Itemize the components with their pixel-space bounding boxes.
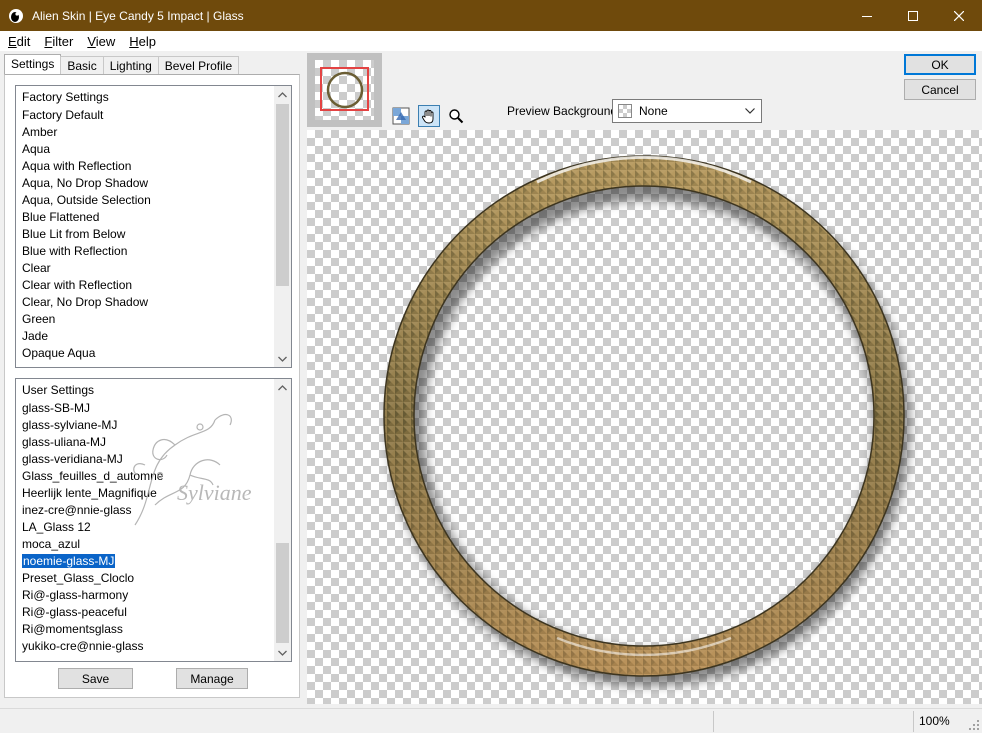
list-item[interactable]: Aqua, No Drop Shadow bbox=[16, 175, 274, 192]
navigator-ring bbox=[326, 71, 364, 109]
zoom-level: 100% bbox=[913, 711, 965, 732]
cancel-button[interactable]: Cancel bbox=[904, 79, 976, 100]
list-item[interactable]: yukiko-cre@nnie-glass bbox=[16, 638, 274, 655]
tab-bevel-profile[interactable]: Bevel Profile bbox=[157, 56, 240, 75]
list-item[interactable]: Ri@-glass-peaceful bbox=[16, 604, 274, 621]
menu-view[interactable]: View bbox=[79, 34, 121, 49]
tab-basic[interactable]: Basic bbox=[60, 56, 104, 75]
status-cell bbox=[713, 711, 913, 732]
status-bar: 100% bbox=[0, 708, 982, 733]
close-icon bbox=[954, 10, 964, 21]
alien-skin-app-icon bbox=[9, 8, 23, 23]
factory-settings-header: Factory Settings bbox=[22, 90, 109, 104]
user-list-scrollbar[interactable] bbox=[274, 379, 291, 661]
selected-item-label: noemie-glass-MJ bbox=[20, 553, 117, 569]
minimize-button[interactable] bbox=[844, 0, 890, 31]
glass-ring-preview bbox=[383, 155, 910, 686]
zoom-icon bbox=[449, 109, 464, 124]
preview-background-select[interactable]: None bbox=[612, 99, 762, 123]
scroll-thumb[interactable] bbox=[276, 104, 289, 286]
preview-canvas[interactable] bbox=[307, 130, 982, 704]
list-item[interactable]: Aqua bbox=[16, 141, 274, 158]
sylviane-watermark: Sylviane bbox=[133, 413, 252, 526]
list-item[interactable]: Blue Lit from Below bbox=[16, 226, 274, 243]
scroll-up-icon[interactable] bbox=[274, 86, 291, 103]
menu-bar: Edit Filter View Help bbox=[0, 31, 982, 51]
menu-filter[interactable]: Filter bbox=[36, 34, 79, 49]
list-item[interactable]: Aqua with Reflection bbox=[16, 158, 274, 175]
list-item[interactable]: Opaque Aqua bbox=[16, 345, 274, 362]
factory-list-scrollbar[interactable] bbox=[274, 86, 291, 367]
none-swatch-icon bbox=[618, 104, 632, 118]
watermark-text: Sylviane bbox=[177, 480, 252, 505]
list-item[interactable]: Factory Default bbox=[16, 107, 274, 124]
list-item[interactable]: Preset_Glass_Cloclo bbox=[16, 570, 274, 587]
chevron-down-icon bbox=[745, 108, 755, 114]
list-item-selected[interactable]: noemie-glass-MJ bbox=[16, 553, 274, 570]
preview-toggle-icon bbox=[392, 107, 410, 125]
menu-help[interactable]: Help bbox=[121, 34, 162, 49]
close-button[interactable] bbox=[936, 0, 982, 31]
manage-button[interactable]: Manage bbox=[176, 668, 248, 689]
list-item[interactable]: Clear with Reflection bbox=[16, 277, 274, 294]
preview-background-label: Preview Background: bbox=[507, 104, 621, 118]
menu-edit[interactable]: Edit bbox=[0, 34, 36, 49]
list-item[interactable]: Green bbox=[16, 311, 274, 328]
factory-settings-list[interactable]: Factory Settings Factory Default Amber A… bbox=[15, 85, 292, 368]
list-item[interactable]: Aqua, Outside Selection bbox=[16, 192, 274, 209]
scroll-thumb[interactable] bbox=[276, 543, 289, 643]
settings-tabs: Settings Basic Lighting Bevel Profile bbox=[4, 54, 240, 75]
window-title: Alien Skin | Eye Candy 5 Impact | Glass bbox=[32, 8, 244, 23]
list-item[interactable]: Ri@momentsglass bbox=[16, 621, 274, 638]
maximize-button[interactable] bbox=[890, 0, 936, 31]
resize-grip-icon[interactable] bbox=[968, 719, 980, 731]
preview-toggle-button[interactable] bbox=[390, 105, 412, 127]
ok-button[interactable]: OK bbox=[904, 54, 976, 75]
hand-icon bbox=[422, 109, 434, 124]
user-settings-header: User Settings bbox=[22, 383, 95, 397]
list-item[interactable]: Blue with Reflection bbox=[16, 243, 274, 260]
window-controls bbox=[844, 0, 982, 31]
tab-lighting[interactable]: Lighting bbox=[102, 56, 159, 75]
navigator-thumbnail[interactable] bbox=[307, 53, 382, 127]
zoom-tool-button[interactable] bbox=[445, 105, 467, 127]
scroll-up-icon[interactable] bbox=[274, 379, 291, 396]
list-item[interactable]: Amber bbox=[16, 124, 274, 141]
list-item[interactable]: Blue Flattened bbox=[16, 209, 274, 226]
scroll-down-icon[interactable] bbox=[274, 644, 291, 661]
settings-panel: Factory Settings Factory Default Amber A… bbox=[4, 74, 300, 698]
tab-settings[interactable]: Settings bbox=[4, 54, 62, 75]
scroll-down-icon[interactable] bbox=[274, 350, 291, 367]
factory-settings-items: Factory Settings Factory Default Amber A… bbox=[16, 86, 274, 367]
list-item[interactable]: Clear bbox=[16, 260, 274, 277]
title-bar: Alien Skin | Eye Candy 5 Impact | Glass bbox=[0, 0, 982, 31]
save-button[interactable]: Save bbox=[58, 668, 133, 689]
maximize-icon bbox=[908, 10, 918, 21]
list-item[interactable]: Jade bbox=[16, 328, 274, 345]
hand-tool-button[interactable] bbox=[418, 105, 440, 127]
list-item[interactable]: Ri@-glass-harmony bbox=[16, 587, 274, 604]
minimize-icon bbox=[862, 15, 872, 17]
preview-background-value: None bbox=[639, 104, 668, 118]
list-item[interactable]: Clear, No Drop Shadow bbox=[16, 294, 274, 311]
